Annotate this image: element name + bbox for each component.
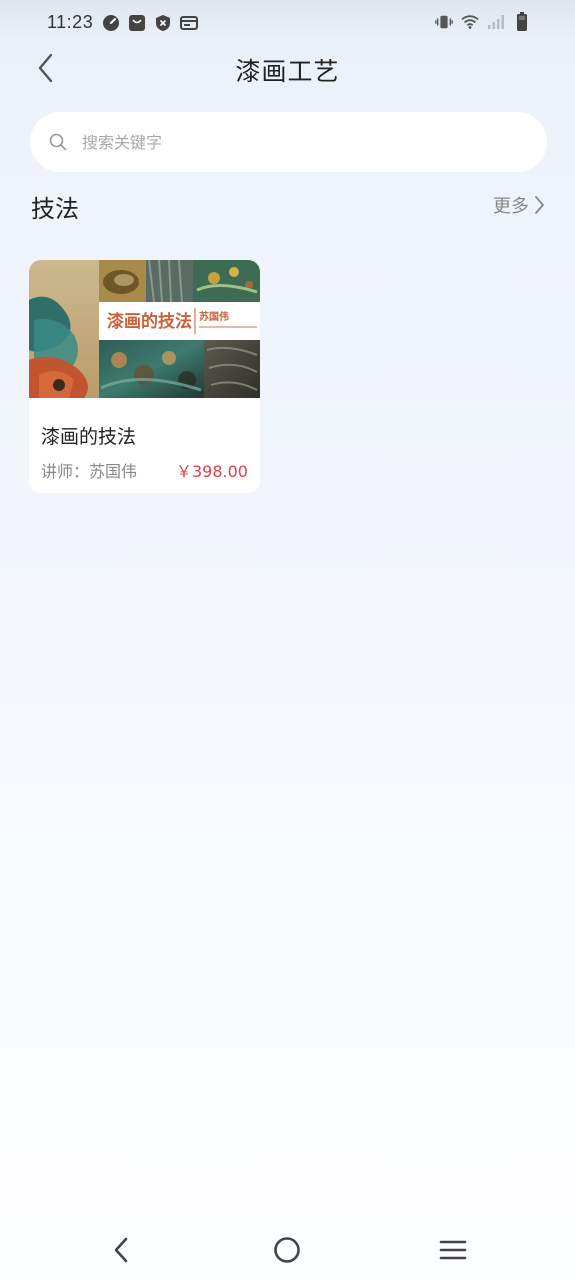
search-input[interactable] [80, 131, 504, 153]
nav-back-button[interactable] [99, 1228, 143, 1272]
wifi-icon [461, 13, 479, 31]
course-title: 漆画的技法 [41, 426, 137, 448]
course-cover-image: 漆画的技法 苏国伟 [29, 260, 260, 398]
cover-banner-author: 苏国伟 [199, 310, 229, 323]
course-price: ￥398.00 [176, 462, 248, 481]
system-nav-bar [0, 1222, 575, 1280]
signal-icon [487, 13, 505, 31]
page-title: 漆画工艺 [235, 57, 340, 86]
back-triangle-icon [114, 1237, 128, 1263]
shield-x-icon [154, 14, 172, 32]
nav-home-button[interactable] [265, 1228, 309, 1272]
battery-icon [513, 12, 531, 31]
app-header: 漆画工艺 [0, 46, 575, 90]
shopping-bag-icon [128, 14, 146, 32]
course-card[interactable]: 漆画的技法 苏国伟 漆画的技法 讲师：苏国伟 ￥398.00 [29, 260, 260, 493]
more-label: 更多 [493, 196, 529, 217]
vibrate-icon [435, 13, 453, 31]
search-bar[interactable] [30, 112, 547, 172]
cover-banner-title: 漆画的技法 [107, 311, 192, 332]
status-icons-left [102, 14, 198, 32]
course-teacher: 讲师：苏国伟 [41, 462, 138, 481]
menu-lines-icon [439, 1240, 467, 1260]
card-icon [180, 14, 198, 32]
home-circle-icon [274, 1237, 300, 1263]
status-bar: 11:23 [0, 0, 575, 46]
search-icon [48, 132, 68, 152]
nav-menu-button[interactable] [431, 1228, 475, 1272]
chevron-right-icon [535, 196, 544, 214]
status-icons-right [435, 12, 531, 31]
section-title: 技法 [31, 195, 79, 223]
speedometer-icon [102, 14, 120, 32]
more-link[interactable]: 更多 [493, 192, 545, 218]
status-time: 11:23 [47, 12, 94, 32]
